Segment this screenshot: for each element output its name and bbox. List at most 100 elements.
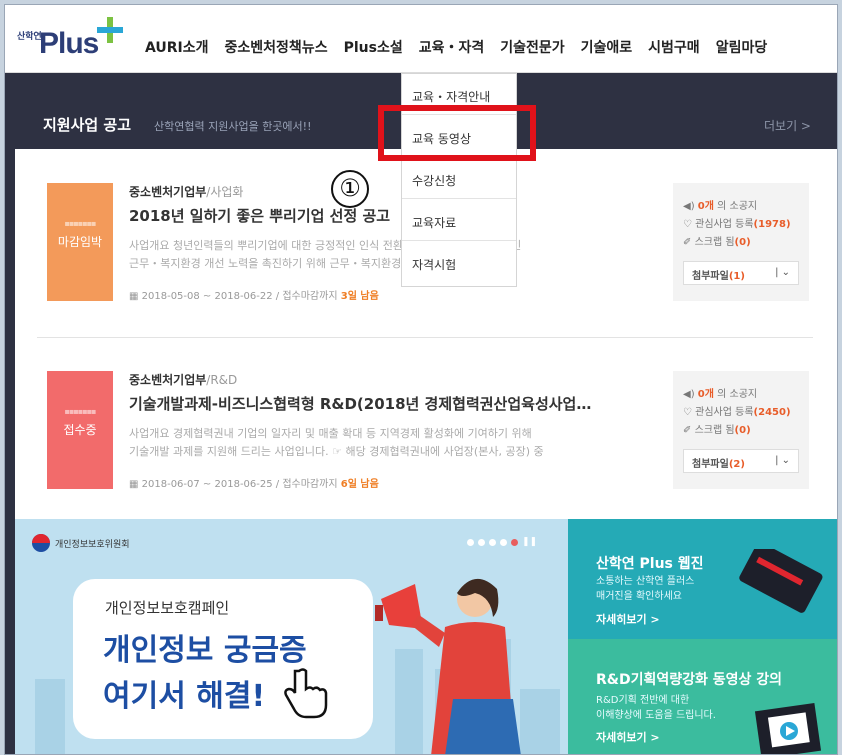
list-item[interactable]: ▪▪▪▪▪▪▪ 접수중 중소벤처기업부/R&D 기술개발과제-비즈니스협력형 R…	[37, 367, 827, 527]
org-name: 중소벤처기업부	[129, 373, 207, 387]
sub-notice-count: 0개	[697, 389, 714, 400]
speaker-icon: ◀)	[683, 201, 698, 212]
pager-dot[interactable]	[467, 539, 474, 546]
card-desc-2: 기술개발 과제를 지원해 드리는 사업입니다. ☞ 해당 경제협력권내에 사업장…	[129, 445, 544, 458]
card-desc-1: 사업개요 경제협력권내 기업의 일자리 및 매출 확대 등 지역경제 활성화에 …	[129, 427, 532, 440]
menu-item-plus-social[interactable]: Plus소설	[336, 37, 411, 57]
campaign-headline-2: 여기서 해결!	[103, 679, 266, 714]
video-lecture-more-link[interactable]: 자세히보기 >	[596, 729, 660, 745]
pause-icon[interactable]: ❚❚	[522, 538, 537, 547]
site-logo[interactable]: 산학연 Plus	[17, 15, 127, 67]
sub-notice-line[interactable]: ◀) 0개 의 소공지	[683, 197, 757, 212]
sub-notice-label: 의 소공지	[713, 389, 758, 400]
hand-cursor-icon	[284, 668, 328, 719]
video-lecture-banner[interactable]: R&D기획역량강화 동영상 강의 R&D기획 전반에 대한 이해향상에 도움을 …	[568, 639, 837, 754]
pager-dot[interactable]	[489, 539, 496, 546]
clip-icon: ✐	[683, 237, 695, 248]
scrap-line[interactable]: ✐ 스크랩 됨(0)	[683, 233, 751, 248]
attachment-select[interactable]: 첨부파일(2) | ⌄	[683, 449, 799, 473]
webzine-sub-1: 소통하는 산학연 플러스	[596, 576, 695, 587]
pager-dot[interactable]	[500, 539, 507, 546]
government-org-name: 개인정보보호위원회	[55, 540, 130, 550]
scrap-count: (0)	[734, 425, 751, 436]
card-org: 중소벤처기업부/사업화	[129, 183, 243, 200]
favorite-label: 관심사업 등록	[695, 219, 754, 230]
campaign-subtitle: 개인정보보호캠페인	[105, 599, 230, 617]
date-range: 2018-05-08 ~ 2018-06-22 / 접수마감까지	[141, 291, 338, 302]
sub-notice-count: 0개	[697, 201, 714, 212]
status-label: 접수중	[63, 423, 97, 437]
webzine-more-link[interactable]: 자세히보기 >	[596, 611, 660, 627]
campaign-banner[interactable]: 개인정보보호위원회 ❚❚ 개인정보보호캠페인 개인정보 궁금증 여기서 해결!	[15, 519, 568, 754]
plus-cross-icon	[97, 17, 123, 43]
divider	[37, 337, 813, 338]
menu-item-tech-expert[interactable]: 기술전문가	[492, 37, 572, 57]
dropdown-item-enrollment[interactable]: 수강신청	[412, 172, 456, 189]
attachment-text: 첨부파일	[692, 271, 729, 282]
pager-dot[interactable]	[478, 539, 485, 546]
attachment-count: (1)	[728, 271, 745, 282]
status-thumb: ▪▪▪▪▪▪▪ 마감임박	[47, 183, 113, 301]
webzine-banner[interactable]: 산학연 Plus 웹진 소통하는 산학연 플러스 매거진을 확인하세요 자세히보…	[568, 519, 837, 639]
card-desc-2: 근무・복지환경 개선 노력을 촉진하기 위해 근무・복지환경 등이 우수한	[129, 257, 459, 270]
thumb-decoration: ▪▪▪▪▪▪▪	[64, 407, 97, 416]
dropdown-item-materials[interactable]: 교육자료	[412, 214, 456, 231]
notice-subtitle: 산학연협력 지원사업을 한곳에서!!	[154, 120, 312, 133]
dropdown-divider	[402, 198, 516, 199]
attachment-label: 첨부파일(1)	[692, 267, 745, 282]
favorite-count: (2450)	[753, 407, 791, 418]
menu-item-trial-purchase[interactable]: 시범구매	[640, 37, 708, 57]
government-emblem-icon	[32, 534, 50, 552]
dropdown-item-exam[interactable]: 자격시험	[412, 256, 456, 273]
favorite-count: (1978)	[753, 219, 791, 230]
top-nav: 산학연 Plus AURI소개 중소벤처정책뉴스 Plus소설 교육・자격 기술…	[5, 5, 837, 73]
film-strip-icon	[754, 703, 822, 754]
menu-item-notice-board[interactable]: 알림마당	[708, 37, 776, 57]
main-menu: AURI소개 중소벤처정책뉴스 Plus소설 교육・자격 기술전문가 기술애로 …	[137, 37, 775, 57]
favorite-line[interactable]: ♡ 관심사업 등록(2450)	[683, 403, 791, 418]
card-sidebox: ◀) 0개 의 소공지 ♡ 관심사업 등록(1978) ✐ 스크랩 됨(0) 첨…	[673, 183, 809, 301]
card-sidebox: ◀) 0개 의 소공지 ♡ 관심사업 등록(2450) ✐ 스크랩 됨(0) 첨…	[673, 371, 809, 489]
attachment-select[interactable]: 첨부파일(1) | ⌄	[683, 261, 799, 285]
attachment-label: 첨부파일(2)	[692, 455, 745, 470]
org-category: /R&D	[206, 373, 238, 387]
menu-item-policy-news[interactable]: 중소벤처정책뉴스	[217, 37, 336, 57]
date-range: 2018-06-07 ~ 2018-06-25 / 접수마감까지	[141, 479, 338, 490]
video-lecture-title: R&D기획역량강화 동영상 강의	[596, 672, 783, 688]
dropdown-divider	[402, 240, 516, 241]
tablet-illustration	[739, 549, 823, 613]
thumb-decoration: ▪▪▪▪▪▪▪	[64, 219, 97, 228]
menu-item-auri[interactable]: AURI소개	[137, 37, 217, 57]
heart-icon: ♡	[683, 407, 696, 418]
chevron-down-icon: | ⌄	[775, 267, 790, 278]
chevron-down-icon: | ⌄	[775, 455, 790, 466]
video-lecture-sub-2: 이해향상에 도움을 드립니다.	[596, 710, 716, 721]
card-desc-1: 사업개요 청년인력들의 뿌리기업에 대한 긍정적인 인식 전환과 뿌리산업계의 …	[129, 239, 522, 252]
banner-pager: ❚❚	[467, 538, 537, 547]
scrap-line[interactable]: ✐ 스크랩 됨(0)	[683, 421, 751, 436]
card-title[interactable]: 기술개발과제-비즈니스협력형 R&D(2018년 경제협력권산업육성사업…	[129, 393, 649, 414]
card-date: ▦ 2018-05-08 ~ 2018-06-22 / 접수마감까지 3일 남음	[129, 287, 379, 302]
favorite-line[interactable]: ♡ 관심사업 등록(1978)	[683, 215, 791, 230]
webzine-sub-2: 매거진을 확인하세요	[596, 591, 682, 602]
dropdown-item-education-guide[interactable]: 교육・자격안내	[412, 88, 490, 105]
sub-notice-line[interactable]: ◀) 0개 의 소공지	[683, 385, 757, 400]
scrap-count: (0)	[734, 237, 751, 248]
scrap-label: 스크랩 됨	[694, 237, 735, 248]
scrap-label: 스크랩 됨	[694, 425, 735, 436]
org-category: /사업화	[206, 185, 244, 199]
card-title[interactable]: 2018년 일하기 좋은 뿌리기업 선정 공고	[129, 205, 649, 226]
clip-icon: ✐	[683, 425, 695, 436]
menu-item-education[interactable]: 교육・자격	[411, 37, 493, 57]
card-org: 중소벤처기업부/R&D	[129, 371, 237, 388]
menu-item-tech-issue[interactable]: 기술애로	[573, 37, 641, 57]
notice-title: 지원사업 공고	[43, 116, 132, 134]
dday: 6일 남음	[340, 479, 379, 490]
pager-dot-active[interactable]	[511, 539, 518, 546]
page-frame: 산학연 Plus AURI소개 중소벤처정책뉴스 Plus소설 교육・자격 기술…	[4, 4, 838, 755]
status-thumb: ▪▪▪▪▪▪▪ 접수중	[47, 371, 113, 489]
notice-more-link[interactable]: 더보기 >	[764, 117, 811, 134]
calendar-icon: ▦	[129, 291, 142, 302]
attachment-text: 첨부파일	[692, 459, 729, 470]
logo-main-text: Plus	[39, 27, 99, 60]
